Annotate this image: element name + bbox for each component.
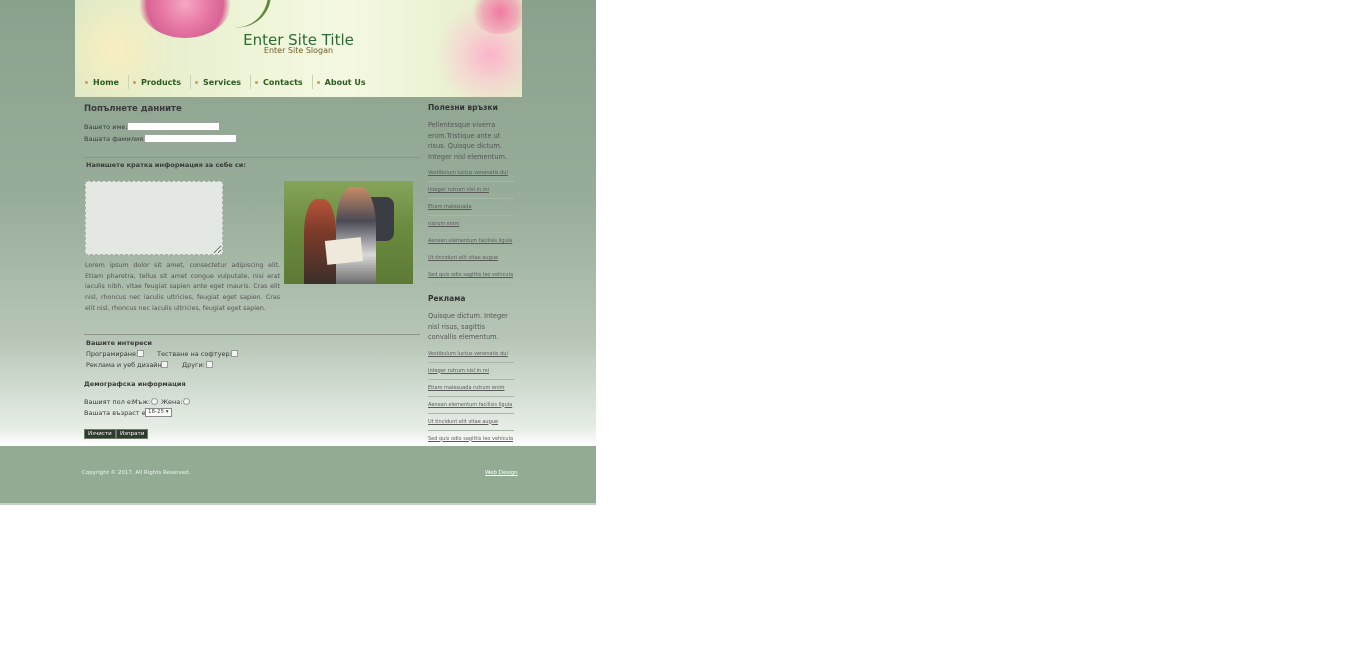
first-name-field[interactable] — [127, 122, 220, 131]
site-footer: Copyright © 2017. All Rights Reserved. W… — [0, 446, 596, 503]
nav-bullet-icon — [316, 80, 320, 84]
nav-bullet-icon — [195, 80, 199, 84]
first-name-label: Вашето име: — [84, 123, 128, 131]
age-select[interactable]: 18-25 ▾ — [145, 408, 172, 417]
interests-heading: Вашите интереси — [86, 339, 152, 347]
nav-bullet-icon — [255, 80, 259, 84]
nav-item-home[interactable]: Home — [81, 75, 129, 89]
interest-programming-label: Програмиране: — [86, 350, 139, 358]
gender-female-radio[interactable] — [183, 398, 190, 405]
gender-male-radio[interactable] — [151, 398, 158, 405]
nav-item-contacts[interactable]: Contacts — [251, 75, 313, 89]
gender-label: Вашият пол е: — [84, 398, 134, 406]
last-name-label: Вашата фамилия: — [84, 135, 146, 143]
main-nav: Home Products Services Contacts About Us — [81, 75, 375, 89]
ads-heading: Реклама — [428, 294, 466, 303]
nav-item-services[interactable]: Services — [191, 75, 252, 89]
sidebar-link[interactable]: Etiam malesuada — [428, 202, 514, 216]
nav-bullet-icon — [85, 80, 88, 84]
nav-item-products[interactable]: Products — [129, 75, 192, 89]
interest-ads-web-checkbox[interactable] — [161, 361, 168, 368]
interest-testing-checkbox[interactable] — [231, 350, 238, 357]
ads-link[interactable]: Integer rutrum nisl in mi — [428, 366, 514, 380]
site-header: Enter Site Title Enter Site Slogan Home … — [75, 0, 522, 97]
lorem-text: Lorem ipsum dolor sit amet, consectetur … — [85, 262, 280, 312]
ads-link[interactable]: Vestibulum luctus venenatis dui — [428, 349, 514, 363]
interest-ads-web-label: Реклама и уеб дизайн: — [86, 361, 164, 369]
nav-item-label: Home — [93, 77, 119, 87]
page-frame: Enter Site Title Enter Site Slogan Home … — [0, 0, 596, 505]
sidebar-link[interactable]: Ut tincidunt elit vitae augue — [428, 253, 514, 267]
web-design-link[interactable]: Web Design — [485, 470, 518, 476]
ads-link[interactable]: Etiam malesuada rutrum enim — [428, 383, 514, 397]
ads-text: Quisque dictum. Integer nisl risus, sagi… — [428, 312, 508, 341]
nav-item-label: About Us — [324, 77, 366, 87]
interest-programming-checkbox[interactable] — [137, 350, 144, 357]
ads-link[interactable]: Aenean elementum facilisis ligula — [428, 400, 514, 414]
copyright-text: Copyright © 2017. All Rights Reserved. — [82, 470, 191, 476]
leaf-image — [232, 0, 271, 33]
sidebar-link[interactable]: rutrum enim — [428, 219, 514, 233]
last-name-field[interactable] — [144, 134, 237, 143]
sidebar-link[interactable]: Integer rutrum nisl in mi — [428, 185, 514, 199]
form-heading: Попълнете данните — [84, 104, 182, 114]
page-bottom-line — [0, 503, 596, 505]
about-textarea[interactable] — [85, 181, 223, 255]
divider — [84, 334, 420, 335]
send-button[interactable]: Изпрати — [116, 429, 149, 439]
nav-item-label: Services — [203, 77, 242, 87]
lorem-paragraph: Lorem ipsum dolor sit amet, consectetur … — [85, 261, 417, 315]
age-select-value: 18-25 — [148, 409, 164, 415]
flower-image-right — [471, 0, 522, 34]
sidebar-link[interactable]: Aenean elementum facilisis ligula — [428, 236, 514, 250]
links-text: Pellentesque viverra enim.Tristique ante… — [428, 121, 508, 161]
gender-male-label: Мъж: — [132, 398, 151, 406]
nav-bullet-icon — [132, 80, 136, 84]
interest-other-label: Други: — [182, 361, 205, 369]
clear-button[interactable]: Изчисти — [84, 429, 116, 439]
nav-item-label: Contacts — [263, 77, 303, 87]
site-slogan: Enter Site Slogan — [263, 46, 334, 55]
nav-item-label: Products — [140, 77, 182, 87]
divider — [84, 157, 420, 158]
age-label: Вашата възраст е: — [84, 409, 148, 417]
ads-link[interactable]: Ut tincidunt elit vitae augue — [428, 417, 514, 431]
sidebar-link[interactable]: Sed quis odio sagittis leo vehicula — [428, 270, 514, 284]
sidebar: Полезни връзки Pellentesque viverra enim… — [428, 103, 514, 451]
about-label: Напишете кратка информация за себе си: — [86, 161, 246, 169]
links-heading: Полезни връзки — [428, 103, 498, 112]
interest-other-checkbox[interactable] — [206, 361, 213, 368]
interest-testing-label: Тестване на софтуер: — [157, 350, 232, 358]
site-container: Enter Site Title Enter Site Slogan Home … — [75, 0, 522, 448]
demographics-heading: Демографска информация — [84, 380, 186, 388]
gender-female-label: Жена: — [161, 398, 183, 406]
nav-item-about-us[interactable]: About Us — [313, 75, 375, 89]
sidebar-link[interactable]: Vestibulum luctus venenatis dui — [428, 168, 514, 182]
chevron-down-icon: ▾ — [165, 409, 169, 415]
